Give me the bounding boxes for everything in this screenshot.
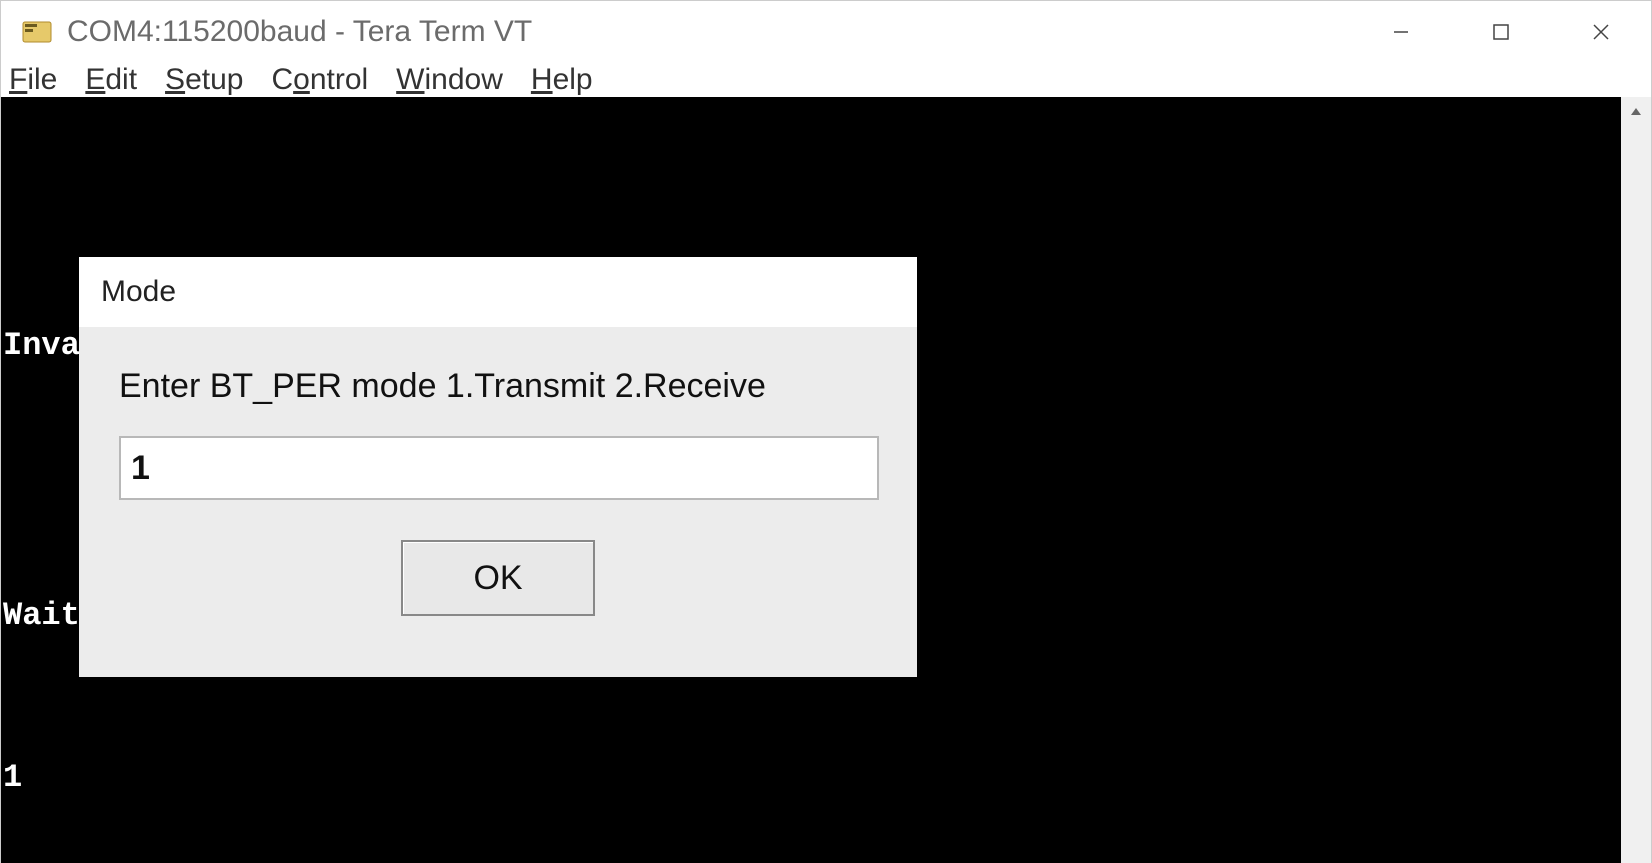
scrollbar-track[interactable]: [1621, 127, 1651, 863]
menu-control[interactable]: Control: [271, 63, 368, 97]
dialog-body: Enter BT_PER mode 1.Transmit 2.Receive O…: [79, 327, 917, 677]
ok-button[interactable]: OK: [401, 540, 595, 616]
window-title: COM4:115200baud - Tera Term VT: [67, 15, 1351, 49]
menu-setup[interactable]: Setup: [165, 63, 243, 97]
mode-input[interactable]: [119, 436, 879, 500]
minimize-button[interactable]: [1351, 1, 1451, 63]
app-icon: [21, 16, 53, 48]
maximize-button[interactable]: [1451, 1, 1551, 63]
window-controls: [1351, 1, 1651, 63]
menu-file[interactable]: File: [9, 63, 57, 97]
menu-help[interactable]: Help: [531, 63, 593, 97]
menu-window[interactable]: Window: [396, 63, 503, 97]
main-window: COM4:115200baud - Tera Term VT File Edit…: [0, 0, 1652, 863]
scroll-up-icon[interactable]: [1621, 97, 1651, 127]
title-bar: COM4:115200baud - Tera Term VT: [1, 1, 1651, 63]
menu-edit[interactable]: Edit: [85, 63, 137, 97]
menu-bar: File Edit Setup Control Window Help: [1, 63, 1651, 97]
terminal-line: 1: [1, 751, 1621, 805]
dialog-title: Mode: [79, 257, 917, 327]
vertical-scrollbar[interactable]: [1621, 97, 1651, 863]
dialog-buttons: OK: [119, 540, 877, 616]
mode-dialog: Mode Enter BT_PER mode 1.Transmit 2.Rece…: [79, 257, 917, 677]
dialog-prompt: Enter BT_PER mode 1.Transmit 2.Receive: [119, 367, 877, 406]
close-button[interactable]: [1551, 1, 1651, 63]
terminal-area: Inva Wait 1 1 Load Load at+rsi_opermode=…: [1, 97, 1651, 863]
